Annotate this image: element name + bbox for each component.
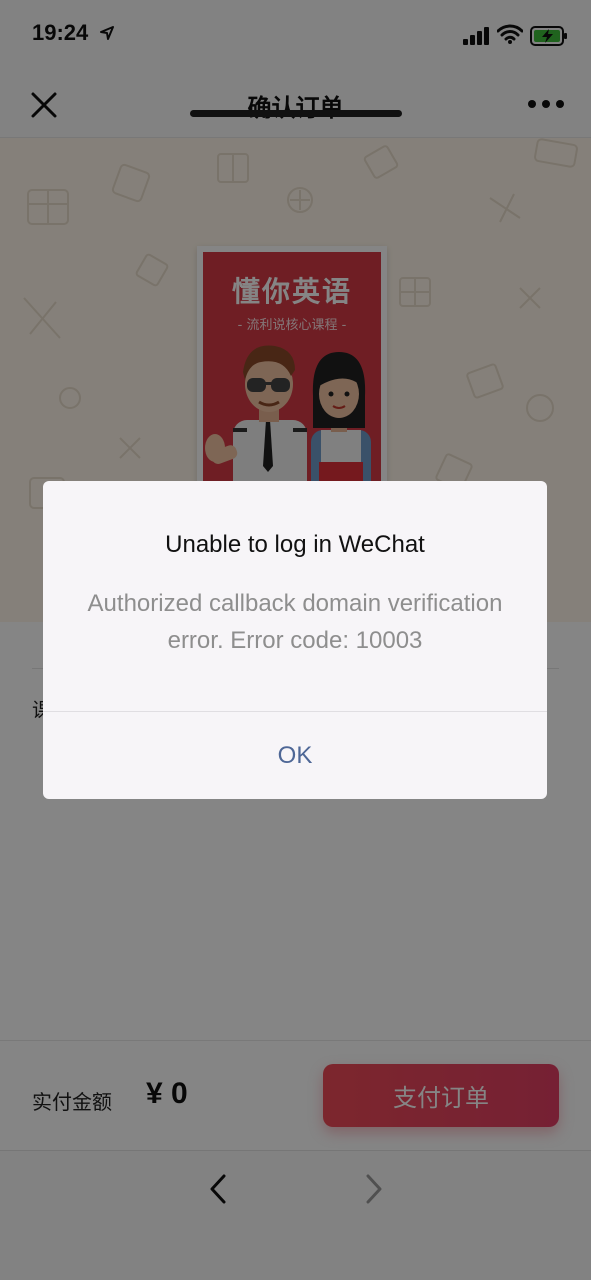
home-indicator[interactable] [190, 110, 402, 117]
dialog-title: Unable to log in WeChat [165, 531, 425, 558]
error-dialog: Unable to log in WeChat Authorized callb… [43, 481, 547, 799]
dialog-message: Authorized callback domain verification … [87, 590, 503, 654]
ok-button[interactable]: OK [43, 712, 547, 799]
